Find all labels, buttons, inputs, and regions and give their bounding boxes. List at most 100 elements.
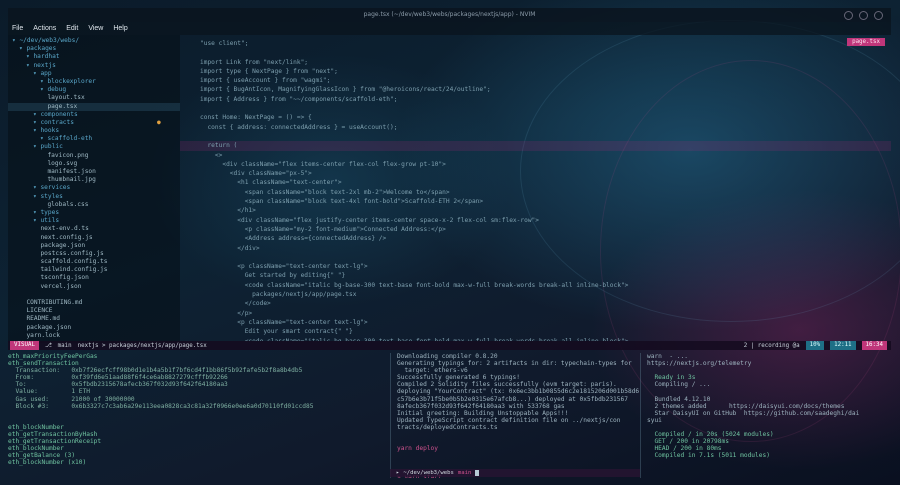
tree-file[interactable]: scaffold.config.ts (8, 258, 180, 266)
code-line: import type { NextPage } from "next"; (200, 67, 338, 75)
terminal-line: Transaction: 0xb7f26ecfcff98b0d1e1b4a5b1… (8, 367, 303, 375)
terminal-line: c57b6e3b71f5be0b5b2e0315e67afcb8...) dep… (397, 395, 628, 403)
tree-folder[interactable]: ▾ styles (8, 193, 180, 201)
code-editor[interactable]: page.tsx "use client"; import Link from "… (180, 35, 891, 341)
tree-file[interactable]: tailwind.config.js (8, 266, 180, 274)
scroll-percent: 10% (805, 341, 825, 350)
tree-file[interactable]: layout.tsx (8, 94, 180, 102)
terminal-line: syui (647, 416, 662, 424)
tree-file[interactable]: next-env.d.ts (8, 225, 180, 233)
terminal-line: 8afecb367f032d93f642f64180aa3 with 53376… (397, 402, 565, 410)
tree-file[interactable]: postcss.config.js (8, 250, 180, 258)
tree-folder[interactable]: ▾ ~/dev/web3/webs/ (8, 37, 180, 45)
nvim-window: page.tsx (~/dev/web3/webs/packages/nextj… (8, 8, 891, 478)
tree-folder[interactable]: ▾ services (8, 184, 180, 192)
tree-file[interactable]: thumbnail.jpg (8, 176, 180, 184)
tree-file[interactable]: vercel.json (8, 283, 180, 291)
tree-folder[interactable]: ▾ contracts ● (8, 119, 180, 127)
tree-folder[interactable]: ▾ utils (8, 217, 180, 225)
tree-file[interactable]: favicon.png (8, 152, 180, 160)
menu-help[interactable]: Help (113, 22, 127, 35)
terminal-line: https://nextjs.org/telemetry (647, 360, 752, 368)
terminal-line: From: 0xf39fd6e51aad88f6f4ce6ab8827279cf… (8, 374, 228, 382)
code-line: <span className="block text-2xl mb-2">We… (200, 188, 450, 196)
terminal-line: eth_blockNumber (8, 423, 64, 431)
cursor-position: 12:11 (830, 341, 856, 350)
tree-folder[interactable]: ▾ scaffold-eth (8, 135, 180, 143)
close-button[interactable] (874, 11, 883, 20)
tree-file[interactable]: LICENCE (8, 307, 180, 315)
shell-prompt[interactable]: ▸ ~/dev/web3/webs main (390, 469, 640, 477)
code-line: <div className="flex justify-center item… (200, 216, 539, 224)
terminal-line: target: ethers-v6 (397, 367, 468, 375)
terminal-line: 2 themes added https://daisyui.com/docs/… (647, 402, 845, 410)
terminal-line: Compiled in 7.1s (5011 modules) (647, 452, 770, 460)
code-line: <p className="text-center text-lg"> (200, 318, 368, 326)
window-title: page.tsx (~/dev/web3/webs/packages/nextj… (363, 11, 536, 18)
menu-edit[interactable]: Edit (66, 22, 78, 35)
tree-folder[interactable]: ▾ debug (8, 86, 180, 94)
code-line: </p> (200, 309, 253, 317)
tree-file[interactable]: package.json (8, 324, 180, 332)
terminal-nextjs[interactable]: warn - ... https://nextjs.org/telemetry R… (640, 353, 891, 478)
tree-file[interactable]: CONTRIBUTING.md (8, 299, 180, 307)
terminal-deploy[interactable]: Downloading compiler 0.8.20 Generating ty… (390, 353, 641, 478)
terminal-line: eth_sendTransaction (8, 360, 79, 368)
tree-file[interactable]: yarn.lock (8, 332, 180, 340)
tree-folder[interactable]: ▾ blockexplorer (8, 78, 180, 86)
terminal-line: Bundled 4.12.10 (647, 395, 711, 403)
code-line: <> (200, 151, 223, 159)
tree-folder[interactable]: ▾ app (8, 70, 180, 78)
terminal-line: Compiling / ... (647, 381, 711, 389)
tree-file[interactable]: logo.svg (8, 160, 180, 168)
tree-folder[interactable]: ▾ hardhat (8, 53, 180, 61)
menu-file[interactable]: File (12, 22, 23, 35)
tree-folder[interactable]: ▾ public (8, 143, 180, 151)
terminal-line: Updated TypeScript contract definition f… (397, 416, 621, 424)
code-line: <div className="px-5"> (200, 170, 312, 178)
terminal-line: GET / 200 in 20798ms (647, 438, 729, 446)
tree-file[interactable]: page.tsx (8, 102, 180, 111)
code-line: <p className="text-center text-lg"> (200, 263, 368, 271)
recording-indicator: 2 | recording @a (743, 342, 800, 349)
code-line: return ( (180, 141, 891, 151)
terminal-hardhat-node[interactable]: eth_maxPriorityFeePerGas eth_sendTransact… (8, 353, 386, 478)
tree-folder[interactable]: ▾ components (8, 111, 180, 119)
tree-file[interactable]: next.config.js (8, 234, 180, 242)
terminal-line: Generating typings for: 2 artifacts in d… (397, 360, 632, 368)
code-line: <div className="flex items-center flex-c… (200, 160, 446, 168)
minimize-button[interactable] (844, 11, 853, 20)
tree-file[interactable]: globals.css (8, 201, 180, 209)
terminal-line: eth_getTransactionByHash (8, 431, 98, 439)
tree-folder[interactable]: ▾ hooks (8, 127, 180, 135)
tree-folder[interactable]: ▾ nextjs (8, 62, 180, 70)
code-line: <code className="italic bg-base-300 text… (200, 281, 629, 289)
tree-folder[interactable]: ▾ types (8, 209, 180, 217)
modified-dot-icon: ● (157, 118, 161, 126)
terminal-line: To: 0x5fbdb2315678afecb367f032d93f642f64… (8, 381, 228, 389)
code-line: </div> (200, 244, 260, 252)
code-line: import { Address } from "~~/components/s… (200, 95, 398, 103)
menu-view[interactable]: View (88, 22, 103, 35)
tree-file[interactable]: package.json (8, 242, 180, 250)
code-line: const { address: connectedAddress } = us… (200, 123, 398, 131)
terminal-line: eth_maxPriorityFeePerGas (8, 353, 98, 360)
tree-folder[interactable]: ▾ packages (8, 45, 180, 53)
code-line: <Address address={connectedAddress} /> (200, 235, 387, 243)
tree-file[interactable]: tsconfig.json (8, 274, 180, 282)
tree-file[interactable]: README.md (8, 315, 180, 323)
tree-file[interactable] (8, 291, 180, 299)
tree-file[interactable]: manifest.json (8, 168, 180, 176)
menu-actions[interactable]: Actions (33, 22, 56, 35)
terminal-line: Block #3: 0x6b3327c7c3ab6a29e113eea0828c… (8, 402, 314, 410)
terminal-line: yarn deploy (397, 445, 438, 453)
maximize-button[interactable] (859, 11, 868, 20)
